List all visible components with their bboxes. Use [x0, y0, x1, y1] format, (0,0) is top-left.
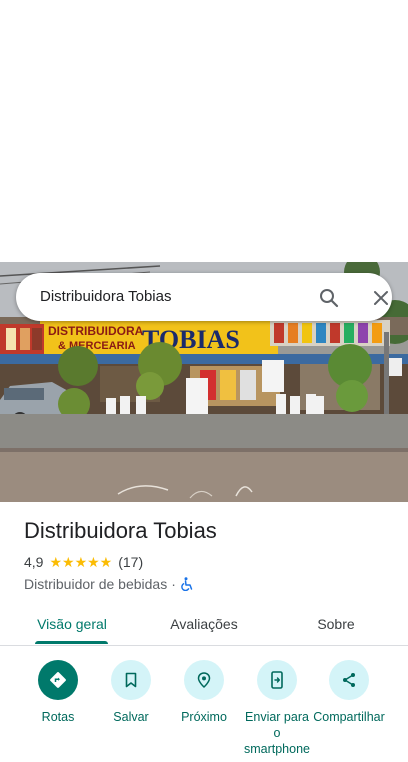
- nearby-label: Próximo: [181, 710, 227, 724]
- send-to-phone-icon[interactable]: [257, 660, 297, 700]
- action-buttons: Rotas Salvar Próximo Enviar para o smart…: [0, 660, 408, 760]
- rating-stars: ★★★★★: [49, 555, 112, 569]
- category-separator: ·: [171, 576, 176, 592]
- tab-overview[interactable]: Visão geral: [22, 602, 122, 646]
- sign-text-line1: DISTRIBUIDORA: [48, 324, 144, 338]
- save-button[interactable]: Salvar: [94, 660, 168, 725]
- share-icon[interactable]: [329, 660, 369, 700]
- active-tab-indicator: [35, 641, 108, 644]
- search-icon[interactable]: [316, 285, 342, 311]
- rating-row[interactable]: 4,9 ★★★★★ (17): [24, 553, 143, 571]
- tab-reviews[interactable]: Avaliações: [154, 602, 254, 646]
- send-to-phone-button[interactable]: Enviar para o smartphone: [240, 660, 314, 757]
- place-tabs: Visão geral Avaliações Sobre: [0, 602, 408, 646]
- star-icon: ★★★★★: [49, 554, 113, 570]
- send-to-phone-label: Enviar para o smartphone: [243, 710, 310, 756]
- nearby-button[interactable]: Próximo: [167, 660, 241, 725]
- directions-icon[interactable]: [38, 660, 78, 700]
- share-label: Compartilhar: [313, 710, 385, 724]
- wheelchair-accessible-icon: [180, 577, 194, 591]
- close-icon[interactable]: [368, 285, 394, 311]
- map-area-blank: [0, 0, 408, 262]
- bookmark-icon[interactable]: [111, 660, 151, 700]
- share-button[interactable]: Compartilhar: [312, 660, 386, 725]
- tab-about[interactable]: Sobre: [286, 602, 386, 646]
- place-title: Distribuidora Tobias: [24, 518, 217, 543]
- save-label: Salvar: [113, 710, 149, 724]
- place-category: Distribuidor de bebidas: [24, 576, 168, 592]
- directions-button[interactable]: Rotas: [21, 660, 95, 725]
- nearby-icon[interactable]: [184, 660, 224, 700]
- category-row: Distribuidor de bebidas ·: [24, 575, 194, 593]
- search-bar[interactable]: Distribuidora Tobias: [16, 273, 392, 321]
- rating-value: 4,9: [24, 554, 44, 570]
- directions-label: Rotas: [41, 710, 75, 724]
- search-query-text[interactable]: Distribuidora Tobias: [40, 288, 171, 305]
- review-count[interactable]: (17): [118, 554, 143, 570]
